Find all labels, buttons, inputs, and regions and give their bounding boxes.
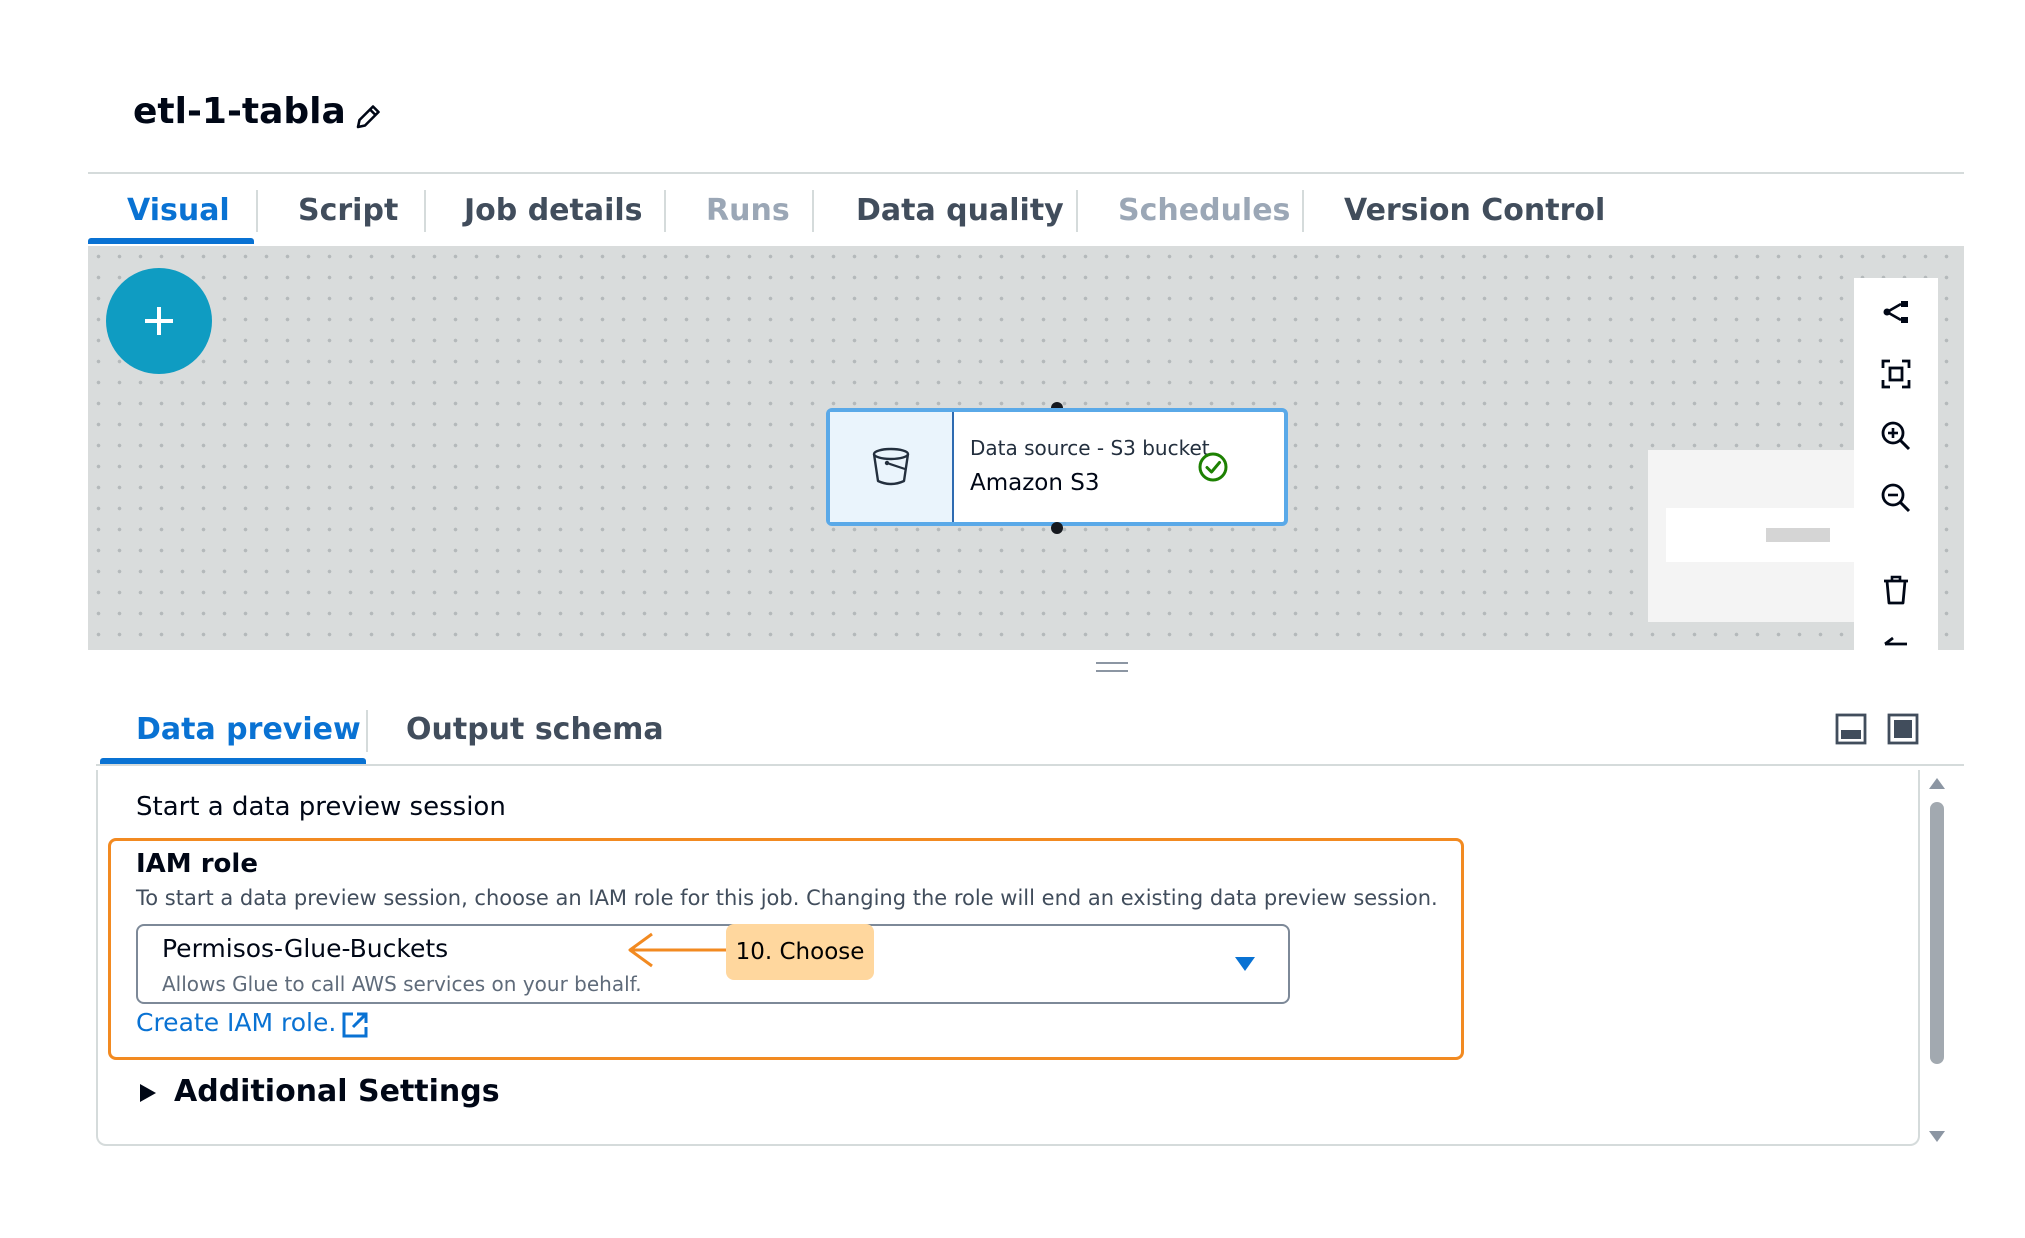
panel-resize-bar[interactable]	[88, 650, 1964, 684]
iam-role-description: To start a data preview session, choose …	[136, 886, 1438, 910]
tab-separator	[664, 190, 666, 232]
active-tab-indicator	[88, 238, 254, 244]
fit-view-icon	[1881, 359, 1911, 389]
scroll-up-icon[interactable]	[1928, 776, 1946, 790]
node-name: Amazon S3	[970, 470, 1100, 496]
canvas-toolbar	[1854, 278, 1938, 650]
pencil-edit-icon[interactable]	[350, 99, 386, 135]
minimap-viewport[interactable]	[1666, 508, 1856, 562]
delete-node-button[interactable]	[1872, 566, 1920, 614]
add-node-button[interactable]	[106, 268, 212, 374]
layout-button[interactable]	[1872, 288, 1920, 336]
data-source-node[interactable]: Data source - S3 bucket Amazon S3	[826, 408, 1288, 526]
tab-separator	[366, 710, 368, 752]
delete-icon	[1884, 575, 1908, 605]
minimap-node	[1766, 528, 1830, 542]
job-title: etl-1-tabla	[133, 91, 346, 132]
check-circle-icon	[1198, 452, 1228, 482]
tab-job-details[interactable]: Job details	[464, 186, 643, 236]
tab-separator	[1076, 190, 1078, 232]
fit-view-button[interactable]	[1872, 350, 1920, 398]
tab-separator	[424, 190, 426, 232]
drag-handle-icon[interactable]	[1096, 662, 1128, 672]
preview-heading: Start a data preview session	[136, 792, 506, 822]
tab-separator	[1302, 190, 1304, 232]
caret-down-icon	[1235, 957, 1255, 971]
zoom-out-icon	[1881, 483, 1911, 513]
selected-role-description: Allows Glue to call AWS services on your…	[162, 972, 642, 996]
tab-separator	[256, 190, 258, 232]
tab-data-quality[interactable]: Data quality	[856, 186, 1064, 236]
tab-schedules: Schedules	[1118, 193, 1291, 228]
panel-maximize-icon[interactable]	[1886, 712, 1920, 746]
tab-data-preview[interactable]: Data preview	[136, 706, 361, 754]
zoom-out-button[interactable]	[1872, 474, 1920, 522]
node-output-handle[interactable]	[1051, 522, 1063, 534]
s3-bucket-icon	[872, 447, 910, 486]
selected-role-name: Permisos-Glue-Buckets	[162, 934, 449, 963]
panel-tabs-divider	[96, 764, 1964, 766]
annotation-arrow-icon	[628, 932, 726, 968]
tab-script[interactable]: Script	[298, 186, 398, 236]
additional-settings-label: Additional Settings	[174, 1074, 500, 1109]
annotation-callout: 10. Choose	[726, 924, 874, 980]
tab-visual[interactable]: Visual	[127, 186, 230, 236]
tab-output-schema[interactable]: Output schema	[406, 706, 664, 754]
iam-role-label: IAM role	[136, 849, 258, 879]
tab-separator	[812, 190, 814, 232]
node-icon-box	[830, 412, 954, 522]
plus-icon	[145, 307, 173, 335]
caret-right-icon	[140, 1084, 156, 1102]
create-iam-role-link[interactable]: Create IAM role.	[136, 1008, 336, 1037]
panel-collapse-icon[interactable]	[1834, 712, 1868, 746]
tab-version-control[interactable]: Version Control	[1344, 186, 1605, 236]
scroll-down-icon[interactable]	[1928, 1130, 1946, 1144]
layout-icon	[1883, 301, 1908, 323]
node-type-label: Data source - S3 bucket	[970, 436, 1210, 460]
zoom-in-button[interactable]	[1872, 412, 1920, 460]
header-divider	[88, 172, 1964, 174]
glue-studio-screen: etl-1-tabla Visual Script Job details Ru…	[0, 0, 2025, 1238]
undo-button[interactable]	[1872, 630, 1920, 650]
undo-icon	[1884, 636, 1907, 646]
scrollbar-thumb[interactable]	[1930, 802, 1944, 1064]
external-link-icon[interactable]	[340, 1010, 370, 1040]
zoom-in-icon	[1881, 421, 1911, 451]
minimap[interactable]	[1648, 450, 1858, 622]
tab-runs: Runs	[706, 193, 790, 228]
visual-canvas[interactable]: Data source - S3 bucket Amazon S3	[88, 246, 1964, 650]
